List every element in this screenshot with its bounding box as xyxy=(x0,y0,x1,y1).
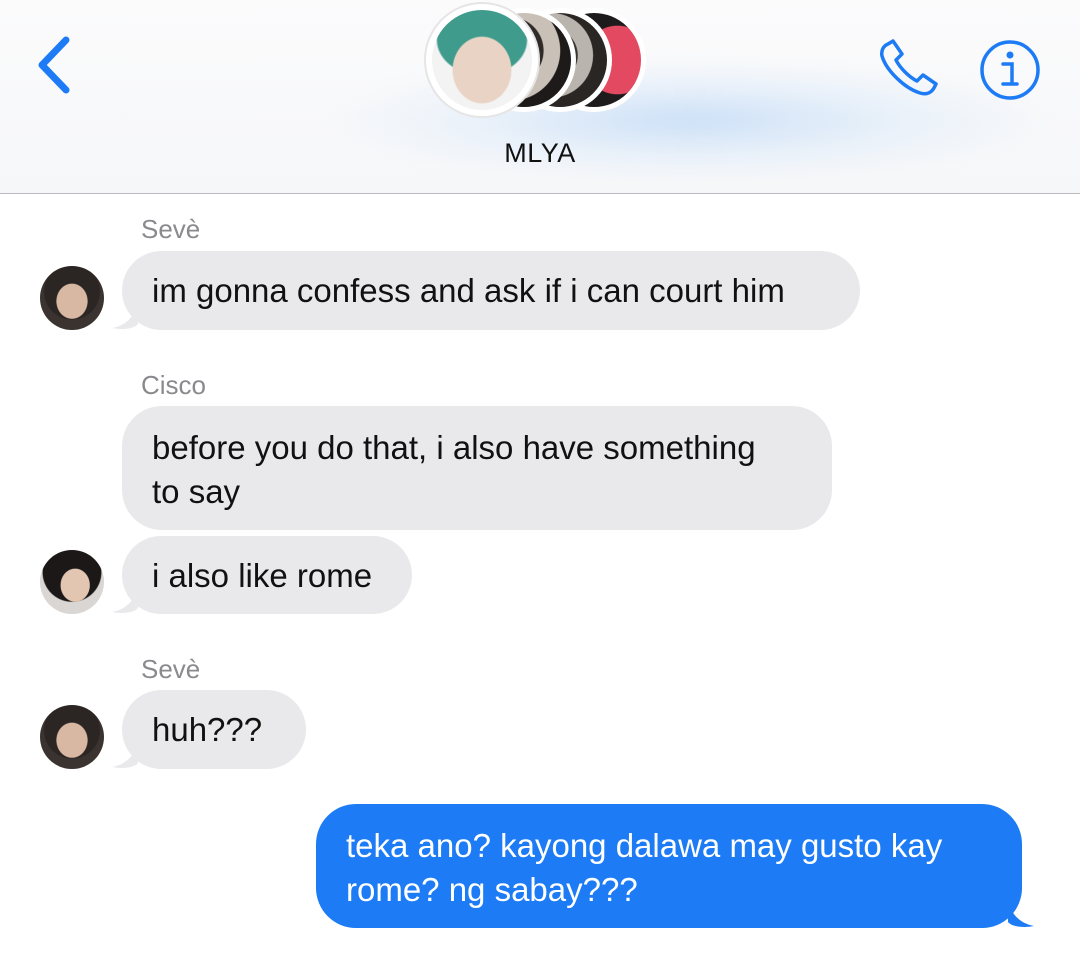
message-bubble[interactable]: i also like rome xyxy=(122,536,412,614)
info-button[interactable] xyxy=(978,38,1042,102)
group-title[interactable]: MLYA xyxy=(0,138,1080,169)
outgoing-message-bubble[interactable]: teka ano? kayong dalawa may gusto kay ro… xyxy=(316,804,1022,928)
message-text: im gonna confess and ask if i can court … xyxy=(152,272,785,309)
message-text: huh??? xyxy=(152,711,263,748)
sender-avatar[interactable] xyxy=(40,705,104,769)
message-text-line: rome? ng sabay??? xyxy=(346,871,638,908)
conversation-header: MLYA xyxy=(0,0,1080,194)
message-bubble[interactable]: im gonna confess and ask if i can court … xyxy=(122,251,860,330)
sender-name: Cisco xyxy=(141,370,207,400)
phone-icon xyxy=(880,39,938,96)
message-bubble[interactable]: before you do that, i also have somethin… xyxy=(122,406,832,530)
back-button[interactable] xyxy=(30,30,80,100)
sender-name: Sevè xyxy=(141,654,201,684)
chevron-left-icon xyxy=(38,36,70,94)
sender-avatar[interactable] xyxy=(40,550,104,614)
message-text-line: teka ano? kayong dalawa may gusto kay xyxy=(346,827,943,864)
message-bubble[interactable]: huh??? xyxy=(122,690,306,769)
sender-name: Sevè xyxy=(141,214,201,244)
info-icon xyxy=(980,40,1040,100)
message-text-line: to say xyxy=(152,473,241,510)
member-avatar xyxy=(426,4,538,116)
sender-avatar[interactable] xyxy=(40,266,104,330)
group-avatars[interactable] xyxy=(426,4,656,120)
message-text: i also like rome xyxy=(152,557,373,594)
call-button[interactable] xyxy=(876,36,944,100)
message-text-line: before you do that, i also have somethin… xyxy=(152,429,756,466)
